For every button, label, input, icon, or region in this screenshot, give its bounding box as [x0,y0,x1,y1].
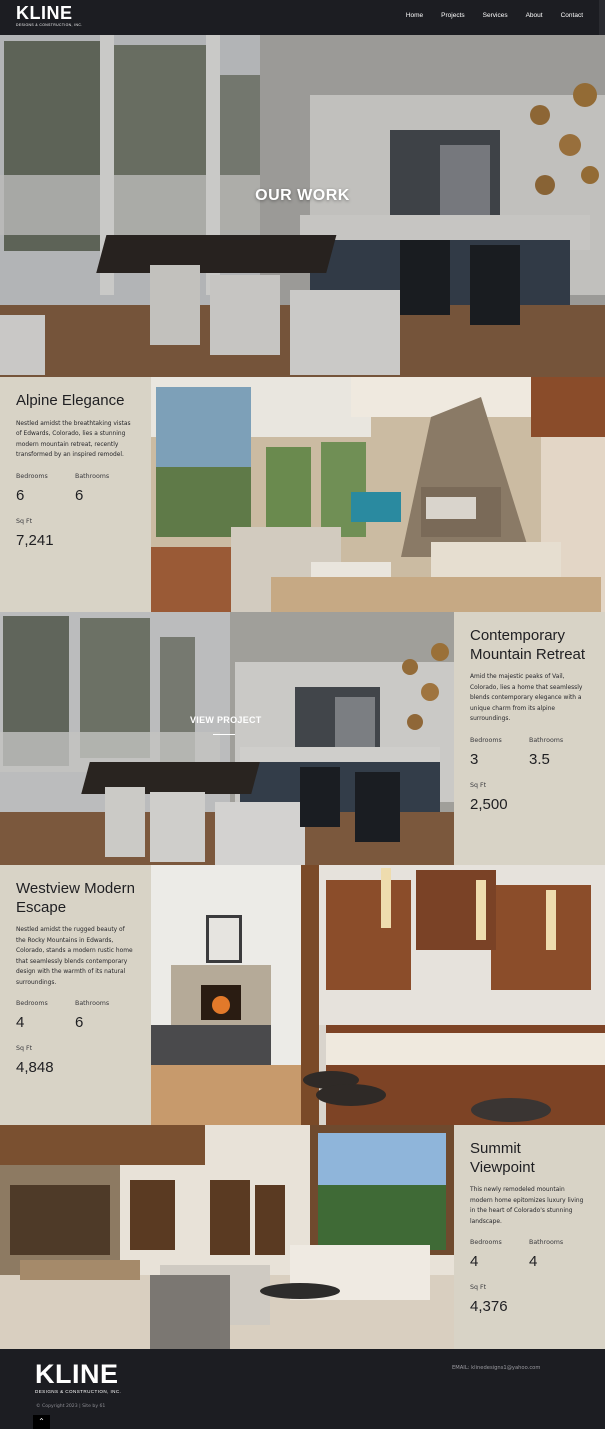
sqft-value: 2,500 [470,795,508,813]
view-project-link[interactable]: VIEW PROJECT [190,715,262,725]
project-photo[interactable] [151,377,605,612]
project-title: Alpine Elegance [16,392,125,409]
sqft-label: Sq Ft [16,517,33,525]
bedrooms-label: Bedrooms [16,1000,48,1007]
project-photo[interactable] [151,865,605,1125]
scrollbar[interactable] [599,0,605,35]
sqft-value: 7,241 [16,531,54,549]
nav-services[interactable]: Services [483,12,508,19]
footer-logo[interactable]: KLINE DESIGNS & CONSTRUCTION, INC. [35,1359,122,1395]
bathrooms-label: Bathrooms [75,1000,110,1007]
hero-banner: OUR WORK [0,35,605,377]
project-stats: Bedrooms 6 Bathrooms 6 [16,473,135,504]
brand-tagline: DESIGNS & CONSTRUCTION, INC. [16,23,83,27]
footer-brand-tagline: DESIGNS & CONSTRUCTION, INC. [35,1389,122,1394]
bedrooms-label: Bedrooms [470,1239,502,1246]
hero-image [0,35,605,377]
project-title: Contemporary Mountain Retreat [470,627,586,663]
hero-title: OUR WORK [255,187,350,204]
project-photo[interactable] [0,612,454,865]
brand-logo[interactable]: KLINE DESIGNS & CONSTRUCTION, INC. [16,4,83,27]
project-row-westview-modern-escape[interactable]: Westview Modern Escape Nestled amidst th… [0,865,605,1125]
sqft-label: Sq Ft [470,1284,487,1291]
project-stats: Bedrooms 4 Bathrooms 6 [16,1000,135,1031]
nav-contact[interactable]: Contact [561,12,583,19]
bathrooms-label: Bathrooms [529,1239,564,1246]
project-description: Nestled amidst the breathtaking vistas o… [16,420,131,459]
nav-projects[interactable]: Projects [441,12,464,19]
sqft-value: 4,376 [470,1298,508,1315]
footer-copyright: © Copyright 2023 | Site by 61 [36,1404,106,1409]
project-stats: Bedrooms 3 Bathrooms 3.5 [470,737,589,768]
bathrooms-value: 6 [75,1014,84,1031]
footer-email[interactable]: EMAIL: klinedesigns1@yahoo.com [452,1365,540,1371]
project-card: Westview Modern Escape Nestled amidst th… [0,865,151,1125]
bedrooms-label: Bedrooms [470,736,502,744]
nav-about[interactable]: About [526,12,543,19]
project-row-contemporary-mountain-retreat[interactable]: VIEW PROJECT Contemporary Mountain Retre… [0,612,605,865]
project-photo[interactable] [0,1125,454,1349]
sqft-value: 4,848 [16,1059,54,1076]
project-title: Summit Viewpoint [470,1140,535,1176]
bedrooms-value: 6 [16,486,25,504]
bathrooms-value: 3.5 [529,750,550,768]
bedrooms-value: 3 [470,750,479,768]
bedrooms-label: Bedrooms [16,472,48,480]
site-header: KLINE DESIGNS & CONSTRUCTION, INC. Home … [0,0,605,35]
project-description: Nestled amidst the rugged beauty of the … [16,927,133,986]
main-nav: Home Projects Services About Contact [406,12,583,19]
back-to-top-button[interactable]: ⌃ [33,1415,50,1429]
project-card: Alpine Elegance Nestled amidst the breat… [0,377,151,612]
project-description: Amid the majestic peaks of Vail, Colorad… [470,674,583,722]
project-stats: Bedrooms 4 Bathrooms 4 [470,1239,589,1270]
brand-name: KLINE [16,3,73,23]
view-project-underline [213,734,235,735]
chevron-up-icon: ⌃ [38,1417,45,1426]
project-row-alpine-elegance[interactable]: Alpine Elegance Nestled amidst the breat… [0,377,605,612]
bathrooms-label: Bathrooms [529,736,564,744]
bathrooms-label: Bathrooms [75,472,110,480]
bathrooms-value: 6 [75,486,84,504]
footer-brand-name: KLINE [35,1359,119,1389]
project-title: Westview Modern Escape [16,880,135,916]
project-description: This newly remodeled mountain modern hom… [470,1187,584,1225]
bedrooms-value: 4 [470,1253,479,1270]
bedrooms-value: 4 [16,1014,25,1031]
bathrooms-value: 4 [529,1253,538,1270]
project-row-summit-viewpoint[interactable]: Summit Viewpoint This newly remodeled mo… [0,1125,605,1349]
sqft-label: Sq Ft [16,1045,33,1052]
nav-home[interactable]: Home [406,12,423,19]
sqft-label: Sq Ft [470,781,487,789]
project-card: Summit Viewpoint This newly remodeled mo… [454,1125,605,1349]
project-card: Contemporary Mountain Retreat Amid the m… [454,612,605,865]
site-footer: KLINE DESIGNS & CONSTRUCTION, INC. EMAIL… [0,1349,605,1429]
